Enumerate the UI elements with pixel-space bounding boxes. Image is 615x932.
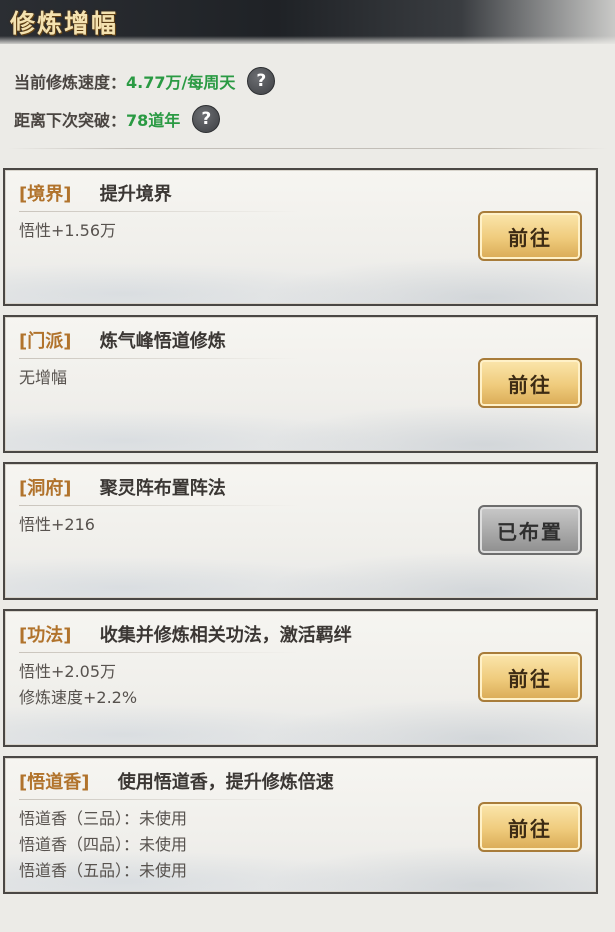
card-incense: [悟道香] 使用悟道香，提升修炼倍速 悟道香（三品）：未使用 悟道香（四品）：未… <box>3 756 598 894</box>
card-title: 使用悟道香，提升修炼倍速 <box>117 772 334 793</box>
card-technique: [功法] 收集并修炼相关功法，激活羁绊 悟性+2.05万 修炼速度+2.2% 前… <box>3 609 598 747</box>
card-divider <box>19 799 299 800</box>
card-realm: [境界] 提升境界 悟性+1.56万 前往 <box>3 168 598 306</box>
stats-panel: 当前修炼速度： 4.77万/每周天 ? 距离下次突破： 78道年 ? <box>14 62 276 138</box>
speed-row: 当前修炼速度： 4.77万/每周天 ? <box>14 62 276 100</box>
card-divider <box>19 211 299 212</box>
bonus-line: 悟性+2.05万 <box>19 662 117 681</box>
card-divider <box>19 505 299 506</box>
card-header: [功法] 收集并修炼相关功法，激活羁绊 <box>19 621 352 647</box>
incense-status-line: 悟道香（五品）：未使用 <box>19 861 188 880</box>
card-title: 收集并修炼相关功法，激活羁绊 <box>99 625 352 646</box>
speed-value: 4.77万/每周天 <box>126 73 236 92</box>
divider <box>8 148 608 149</box>
card-header: [洞府] 聚灵阵布置阵法 <box>19 474 226 500</box>
card-header: [门派] 炼气峰悟道修炼 <box>19 327 226 353</box>
card-tag: [门派] <box>19 331 72 352</box>
bonus-line: 修炼速度+2.2% <box>19 688 138 707</box>
card-body: 悟性+2.05万 修炼速度+2.2% <box>19 659 137 711</box>
card-body: 悟性+1.56万 <box>19 218 116 244</box>
speed-label: 当前修炼速度： <box>14 73 127 92</box>
go-button[interactable]: 前往 <box>478 802 582 852</box>
go-button[interactable]: 前往 <box>478 358 582 408</box>
card-title: 炼气峰悟道修炼 <box>99 331 226 352</box>
bonus-line: 悟性+1.56万 <box>19 221 117 240</box>
card-title: 聚灵阵布置阵法 <box>99 478 226 499</box>
card-tag: [功法] <box>19 625 72 646</box>
card-cave-residence: [洞府] 聚灵阵布置阵法 悟性+216 已布置 <box>3 462 598 600</box>
breakthrough-row: 距离下次突破： 78道年 ? <box>14 100 275 138</box>
card-header: [境界] 提升境界 <box>19 180 172 206</box>
page-title: 修炼增幅 <box>10 9 119 38</box>
bonus-line: 无增幅 <box>19 368 68 387</box>
card-tag: [洞府] <box>19 478 72 499</box>
question-mark-icon[interactable]: ? <box>192 105 221 133</box>
question-mark-icon[interactable]: ? <box>247 67 276 95</box>
card-divider <box>19 652 299 653</box>
breakthrough-value: 78道年 <box>126 111 181 130</box>
go-button[interactable]: 前往 <box>478 211 582 261</box>
go-button[interactable]: 前往 <box>478 652 582 702</box>
card-sect: [门派] 炼气峰悟道修炼 无增幅 前往 <box>3 315 598 453</box>
card-tag: [悟道香] <box>19 772 90 793</box>
card-body: 悟道香（三品）：未使用 悟道香（四品）：未使用 悟道香（五品）：未使用 <box>19 806 187 884</box>
card-body: 无增幅 <box>19 365 67 391</box>
card-header: [悟道香] 使用悟道香，提升修炼倍速 <box>19 768 334 794</box>
card-title: 提升境界 <box>99 184 172 205</box>
breakthrough-label: 距离下次突破： <box>14 111 127 130</box>
incense-status-line: 悟道香（三品）：未使用 <box>19 809 188 828</box>
bonus-line: 悟性+216 <box>19 515 95 534</box>
card-body: 悟性+216 <box>19 512 95 538</box>
deployed-button[interactable]: 已布置 <box>478 505 582 555</box>
incense-status-line: 悟道香（四品）：未使用 <box>19 835 188 854</box>
card-divider <box>19 358 299 359</box>
header-bar: 修炼增幅 <box>0 0 615 44</box>
card-tag: [境界] <box>19 184 72 205</box>
